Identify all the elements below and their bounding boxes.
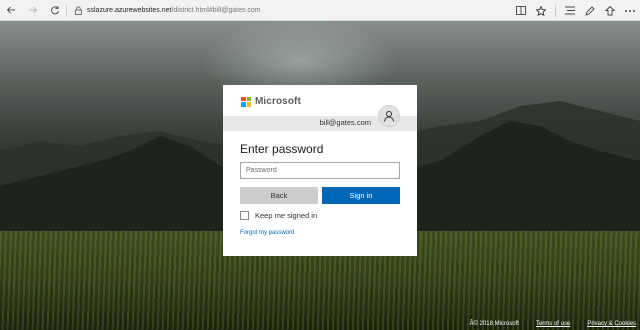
- back-icon[interactable]: [0, 0, 22, 21]
- notes-icon[interactable]: [580, 0, 600, 21]
- page-title: Enter password: [240, 142, 324, 156]
- privacy-cookies-link[interactable]: Privacy & Cookies: [587, 321, 636, 327]
- back-button[interactable]: Back: [240, 187, 318, 204]
- microsoft-logo-icon: [241, 96, 251, 107]
- microsoft-logo: Microsoft: [241, 96, 301, 107]
- signin-dialog: Microsoft bill@gates.com Enter password …: [223, 85, 417, 256]
- refresh-icon[interactable]: [44, 0, 66, 21]
- page-footer: Â© 2018 Microsoft Terms of use Privacy &…: [470, 321, 637, 327]
- terms-of-use-link[interactable]: Terms of use: [536, 321, 570, 327]
- favorite-star-icon[interactable]: [531, 0, 551, 21]
- address-bar[interactable]: sslazure.azurewebsites.net /district.htm…: [66, 2, 510, 19]
- user-avatar-icon: [378, 105, 400, 127]
- microsoft-brand-text: Microsoft: [255, 96, 301, 107]
- hub-icon[interactable]: [560, 0, 580, 21]
- sign-in-button[interactable]: Sign in: [322, 187, 400, 204]
- toolbar-separator: [555, 4, 556, 17]
- reading-view-icon[interactable]: [511, 0, 531, 21]
- password-input[interactable]: [240, 162, 400, 179]
- copyright-text: Â© 2018 Microsoft: [469, 321, 519, 327]
- lock-icon[interactable]: [73, 4, 83, 18]
- share-icon[interactable]: [600, 0, 620, 21]
- url-host: sslazure.azurewebsites.net: [87, 7, 172, 14]
- address-divider: [66, 4, 67, 17]
- browser-toolbar: sslazure.azurewebsites.net /district.htm…: [0, 0, 640, 21]
- keep-signed-in-label[interactable]: Keep me signed in: [255, 211, 317, 220]
- url-path: /district.html#bill@gates.com: [171, 7, 261, 14]
- keep-signed-in-checkbox[interactable]: [240, 211, 249, 220]
- forgot-password-link[interactable]: Forgot my password: [240, 230, 294, 236]
- account-bar: bill@gates.com: [223, 105, 417, 131]
- keep-signed-in-row[interactable]: Keep me signed in: [240, 211, 317, 220]
- toolbar-right: [511, 0, 640, 21]
- account-email: bill@gates.com: [319, 118, 371, 127]
- forward-icon[interactable]: [22, 0, 44, 21]
- more-icon[interactable]: [620, 0, 640, 21]
